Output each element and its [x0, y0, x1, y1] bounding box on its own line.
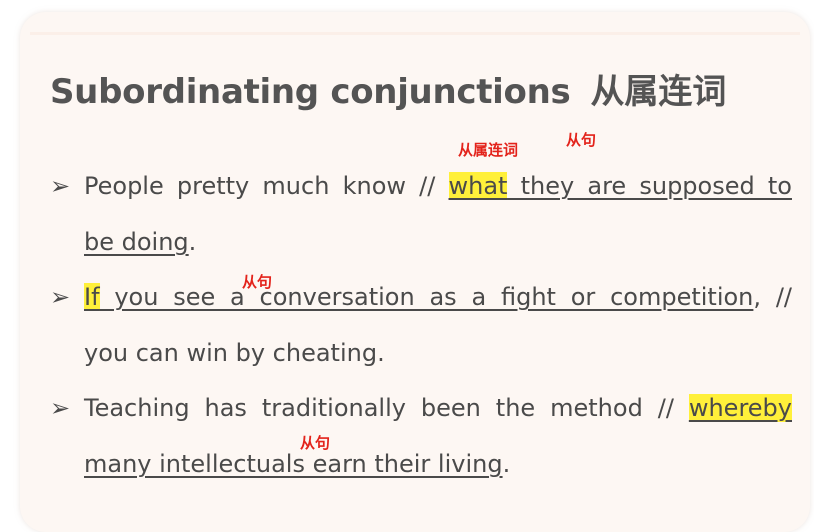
bullet-2-line-2: you can win by cheating. — [84, 336, 385, 370]
bullet-1-line-1: ➢ People pretty much know // what they ar… — [50, 169, 792, 203]
title-chinese: 从属连词 — [590, 72, 727, 112]
bullet-3-line-1: ➢ Teaching has traditionally been the met… — [50, 391, 792, 425]
bullet-1-line-2: be doing. — [84, 225, 196, 259]
bullet-1-period: . — [188, 228, 197, 256]
bullet-1-main-clause: People pretty much know // — [84, 172, 449, 200]
bullet-3-clause: many intellectuals earn their living — [84, 450, 503, 478]
title-english: Subordinating conjunctions — [50, 72, 571, 112]
slide-divider — [30, 32, 800, 35]
bullet-2-clause: you see a conversation as a fight or com… — [99, 283, 754, 311]
bullet-2-main-clause: you can win by cheating. — [84, 339, 385, 367]
bullet-2-conjunction: If — [84, 283, 100, 311]
bullet-arrow-icon: ➢ — [50, 394, 71, 422]
bullet-1-clause-end: be doing — [84, 228, 189, 256]
bullet-arrow-icon: ➢ — [50, 172, 71, 200]
bullet-3-period: . — [502, 450, 511, 478]
bullet-3-conjunction: whereby — [688, 394, 792, 422]
bullet-arrow-icon: ➢ — [50, 283, 71, 311]
bullet-2-separator: , // — [753, 283, 793, 311]
bullet-1-clause: they are supposed to — [507, 172, 792, 200]
bullet-3-main-clause: Teaching has traditionally been the meth… — [84, 394, 689, 422]
slide-title: Subordinating conjunctions 从属连词 — [50, 64, 726, 113]
bullet-2-line-1: ➢ If you see a conversation as a fight or… — [50, 280, 792, 314]
bullet-1-conjunction: what — [448, 172, 508, 200]
annotation-conjunction-1: 从属连词 — [458, 141, 519, 159]
annotation-clause-1: 从句 — [566, 131, 597, 149]
bullet-3-line-2: many intellectuals earn their living. — [84, 447, 510, 481]
